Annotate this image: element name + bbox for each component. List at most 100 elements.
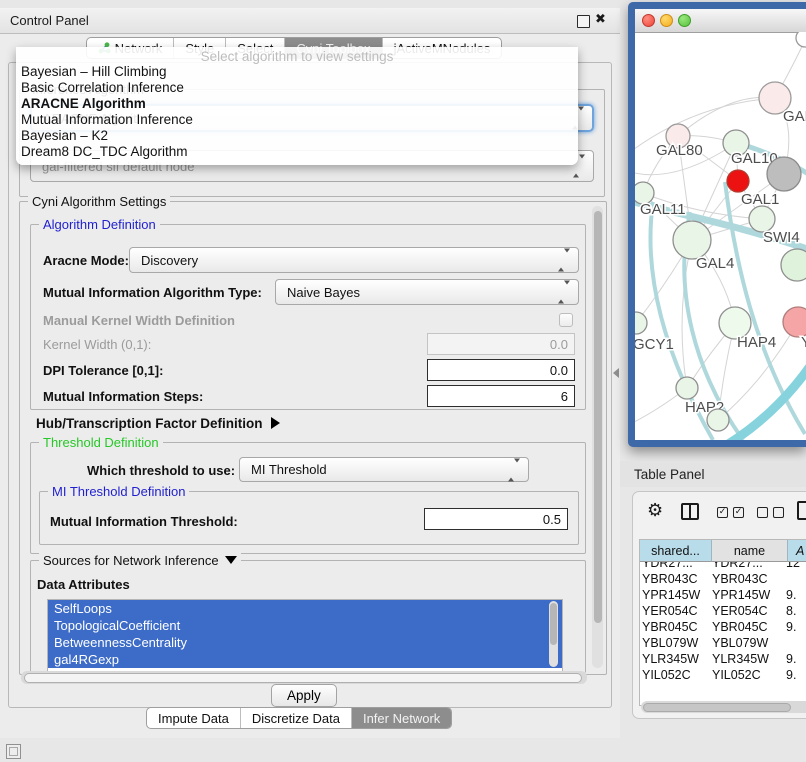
document-icon[interactable]: [797, 501, 806, 520]
attributes-scrollbar-thumb[interactable]: [550, 603, 557, 645]
network-node[interactable]: [767, 157, 801, 191]
table-row[interactable]: YER054C YER054C 8.: [642, 604, 806, 620]
cell-shared-name: YIL052C: [642, 668, 712, 684]
manual-kernel-label: Manual Kernel Width Definition: [43, 313, 235, 328]
data-attribute-item[interactable]: TopologicalCoefficient: [48, 617, 562, 634]
mi-steps-label: Mutual Information Steps:: [43, 389, 203, 404]
algorithm-option[interactable]: Basic Correlation Inference: [16, 80, 578, 96]
zoom-traffic-light[interactable]: [678, 14, 691, 27]
unchecked-checkbox-icon[interactable]: [757, 507, 768, 518]
kernel-width-input[interactable]: 0.0: [427, 333, 575, 355]
column-header-name[interactable]: name: [712, 540, 788, 562]
close-traffic-light[interactable]: [642, 14, 655, 27]
settings-hscrollbar-thumb[interactable]: [24, 673, 582, 683]
tab-impute-data[interactable]: Impute Data: [147, 708, 240, 728]
column-header-partial[interactable]: A: [788, 540, 806, 562]
combo-arrows-icon: [558, 285, 570, 300]
expand-right-icon: [271, 417, 280, 429]
apply-button[interactable]: Apply: [271, 684, 337, 707]
data-attribute-item[interactable]: SelfLoops: [48, 600, 562, 617]
network-node-label: GAL1: [741, 191, 779, 208]
table-row[interactable]: YBR045C YBR045C 9.: [642, 620, 806, 636]
settings-horizontal-scrollbar[interactable]: [21, 671, 587, 684]
dpi-tolerance-label: DPI Tolerance [0,1]:: [43, 363, 163, 378]
table-panel-title: Table Panel: [634, 467, 705, 482]
application-root: Control Panel ✖ Network Style Select Cyn…: [0, 0, 806, 762]
network-node[interactable]: [676, 377, 698, 399]
settings-vertical-scrollbar[interactable]: [592, 206, 603, 668]
gear-icon[interactable]: ⚙: [647, 500, 663, 521]
network-node[interactable]: [707, 409, 729, 431]
algorithm-option[interactable]: Dream8 DC_TDC Algorithm: [16, 144, 578, 160]
network-node[interactable]: [781, 249, 806, 281]
table-horizontal-scrollbar[interactable]: [641, 701, 806, 713]
cell-value: 9.: [786, 668, 806, 684]
cell-shared-name: YPR145W: [642, 588, 712, 604]
minimize-traffic-light[interactable]: [660, 14, 673, 27]
threshold-definition-group: Threshold Definition Which threshold to …: [30, 442, 586, 554]
tab-discretize-data[interactable]: Discretize Data: [240, 708, 351, 728]
dpi-tolerance-input[interactable]: 0.0: [427, 359, 575, 381]
close-icon[interactable]: ✖: [595, 12, 606, 27]
network-node[interactable]: [673, 221, 711, 259]
cell-name: YLR345W: [712, 652, 786, 668]
collapse-down-icon: [225, 556, 237, 564]
mi-type-combobox[interactable]: Naive Bayes: [275, 279, 579, 305]
algorithm-definition-title: Algorithm Definition: [39, 217, 160, 232]
threshold-definition-title: Threshold Definition: [39, 435, 163, 450]
network-node[interactable]: [727, 170, 749, 192]
network-node[interactable]: [635, 312, 647, 334]
manual-kernel-checkbox[interactable]: [559, 313, 573, 327]
float-window-icon[interactable]: [577, 15, 590, 28]
algorithm-option[interactable]: Mutual Information Inference: [16, 112, 578, 128]
network-node[interactable]: [783, 307, 806, 337]
algorithm-option[interactable]: Bayesian – Hill Climbing: [16, 64, 578, 80]
table-hscrollbar-thumb[interactable]: [643, 703, 791, 712]
column-header-shared-name[interactable]: shared...: [640, 540, 712, 562]
data-attribute-item[interactable]: BetweennessCentrality: [48, 634, 562, 651]
sources-group: Sources for Network Inference Data Attri…: [30, 560, 586, 673]
table-row[interactable]: YIL052C YIL052C 9.: [642, 668, 806, 684]
control-panel-title: Control Panel: [10, 13, 89, 28]
hub-definition-toggle[interactable]: Hub/Transcription Factor Definition: [36, 416, 280, 431]
aracne-mode-combobox[interactable]: Discovery: [129, 247, 579, 273]
table-row[interactable]: YBL079W YBL079W: [642, 636, 806, 652]
network-node-label: GAL4: [696, 255, 734, 272]
split-columns-icon[interactable]: [681, 503, 699, 520]
unchecked-checkbox-icon[interactable]: [773, 507, 784, 518]
algorithm-option[interactable]: ARACNE Algorithm: [16, 96, 578, 112]
attributes-scrollbar[interactable]: [549, 601, 558, 667]
algorithm-list: Bayesian – Hill ClimbingBasic Correlatio…: [16, 64, 578, 160]
table-row[interactable]: YLR345W YLR345W 9.: [642, 652, 806, 668]
network-node-label: GAL80: [656, 142, 703, 159]
divider-collapse-icon[interactable]: [613, 368, 619, 378]
mi-threshold-input[interactable]: 0.5: [424, 508, 568, 530]
checked-checkbox-icon[interactable]: ✓: [717, 507, 728, 518]
cell-name: YBR043C: [712, 572, 786, 588]
tab-infer-network[interactable]: Infer Network: [351, 708, 451, 728]
network-canvas[interactable]: GALGAL80GAL10GAL1GAL11SWI4GAL4GCY1HAP4YH…: [635, 32, 806, 440]
algorithm-option[interactable]: Bayesian – K2: [16, 128, 578, 144]
mi-steps-input[interactable]: 6: [427, 385, 575, 407]
cell-shared-name: YBL079W: [642, 636, 712, 652]
mi-type-label: Mutual Information Algorithm Type:: [43, 285, 262, 300]
cell-value: 9.: [786, 652, 806, 668]
which-threshold-combobox[interactable]: MI Threshold: [239, 457, 529, 482]
network-node[interactable]: [796, 32, 806, 47]
combo-arrows-icon: [558, 253, 570, 268]
cell-name: YBR045C: [712, 620, 786, 636]
network-window-titlebar[interactable]: [635, 9, 806, 33]
checked-checkbox-icon[interactable]: ✓: [733, 507, 744, 518]
sources-title-label: Sources for Network Inference: [43, 553, 219, 568]
settings-scrollbar-thumb[interactable]: [594, 211, 602, 623]
mi-threshold-group-title: MI Threshold Definition: [48, 484, 189, 499]
data-attribute-item[interactable]: gal4RGexp: [48, 651, 562, 668]
sources-group-title[interactable]: Sources for Network Inference: [39, 553, 241, 568]
table-row[interactable]: YPR145W YPR145W 9.: [642, 588, 806, 604]
data-attributes-list[interactable]: SelfLoopsTopologicalCoefficientBetweenne…: [47, 599, 563, 673]
network-node-label: GCY1: [635, 336, 674, 353]
mini-window-icon[interactable]: [6, 744, 21, 759]
table-row[interactable]: YBR043C YBR043C: [642, 572, 806, 588]
control-panel-titlebar: Control Panel ✖: [0, 8, 620, 34]
cell-value: [786, 572, 806, 588]
